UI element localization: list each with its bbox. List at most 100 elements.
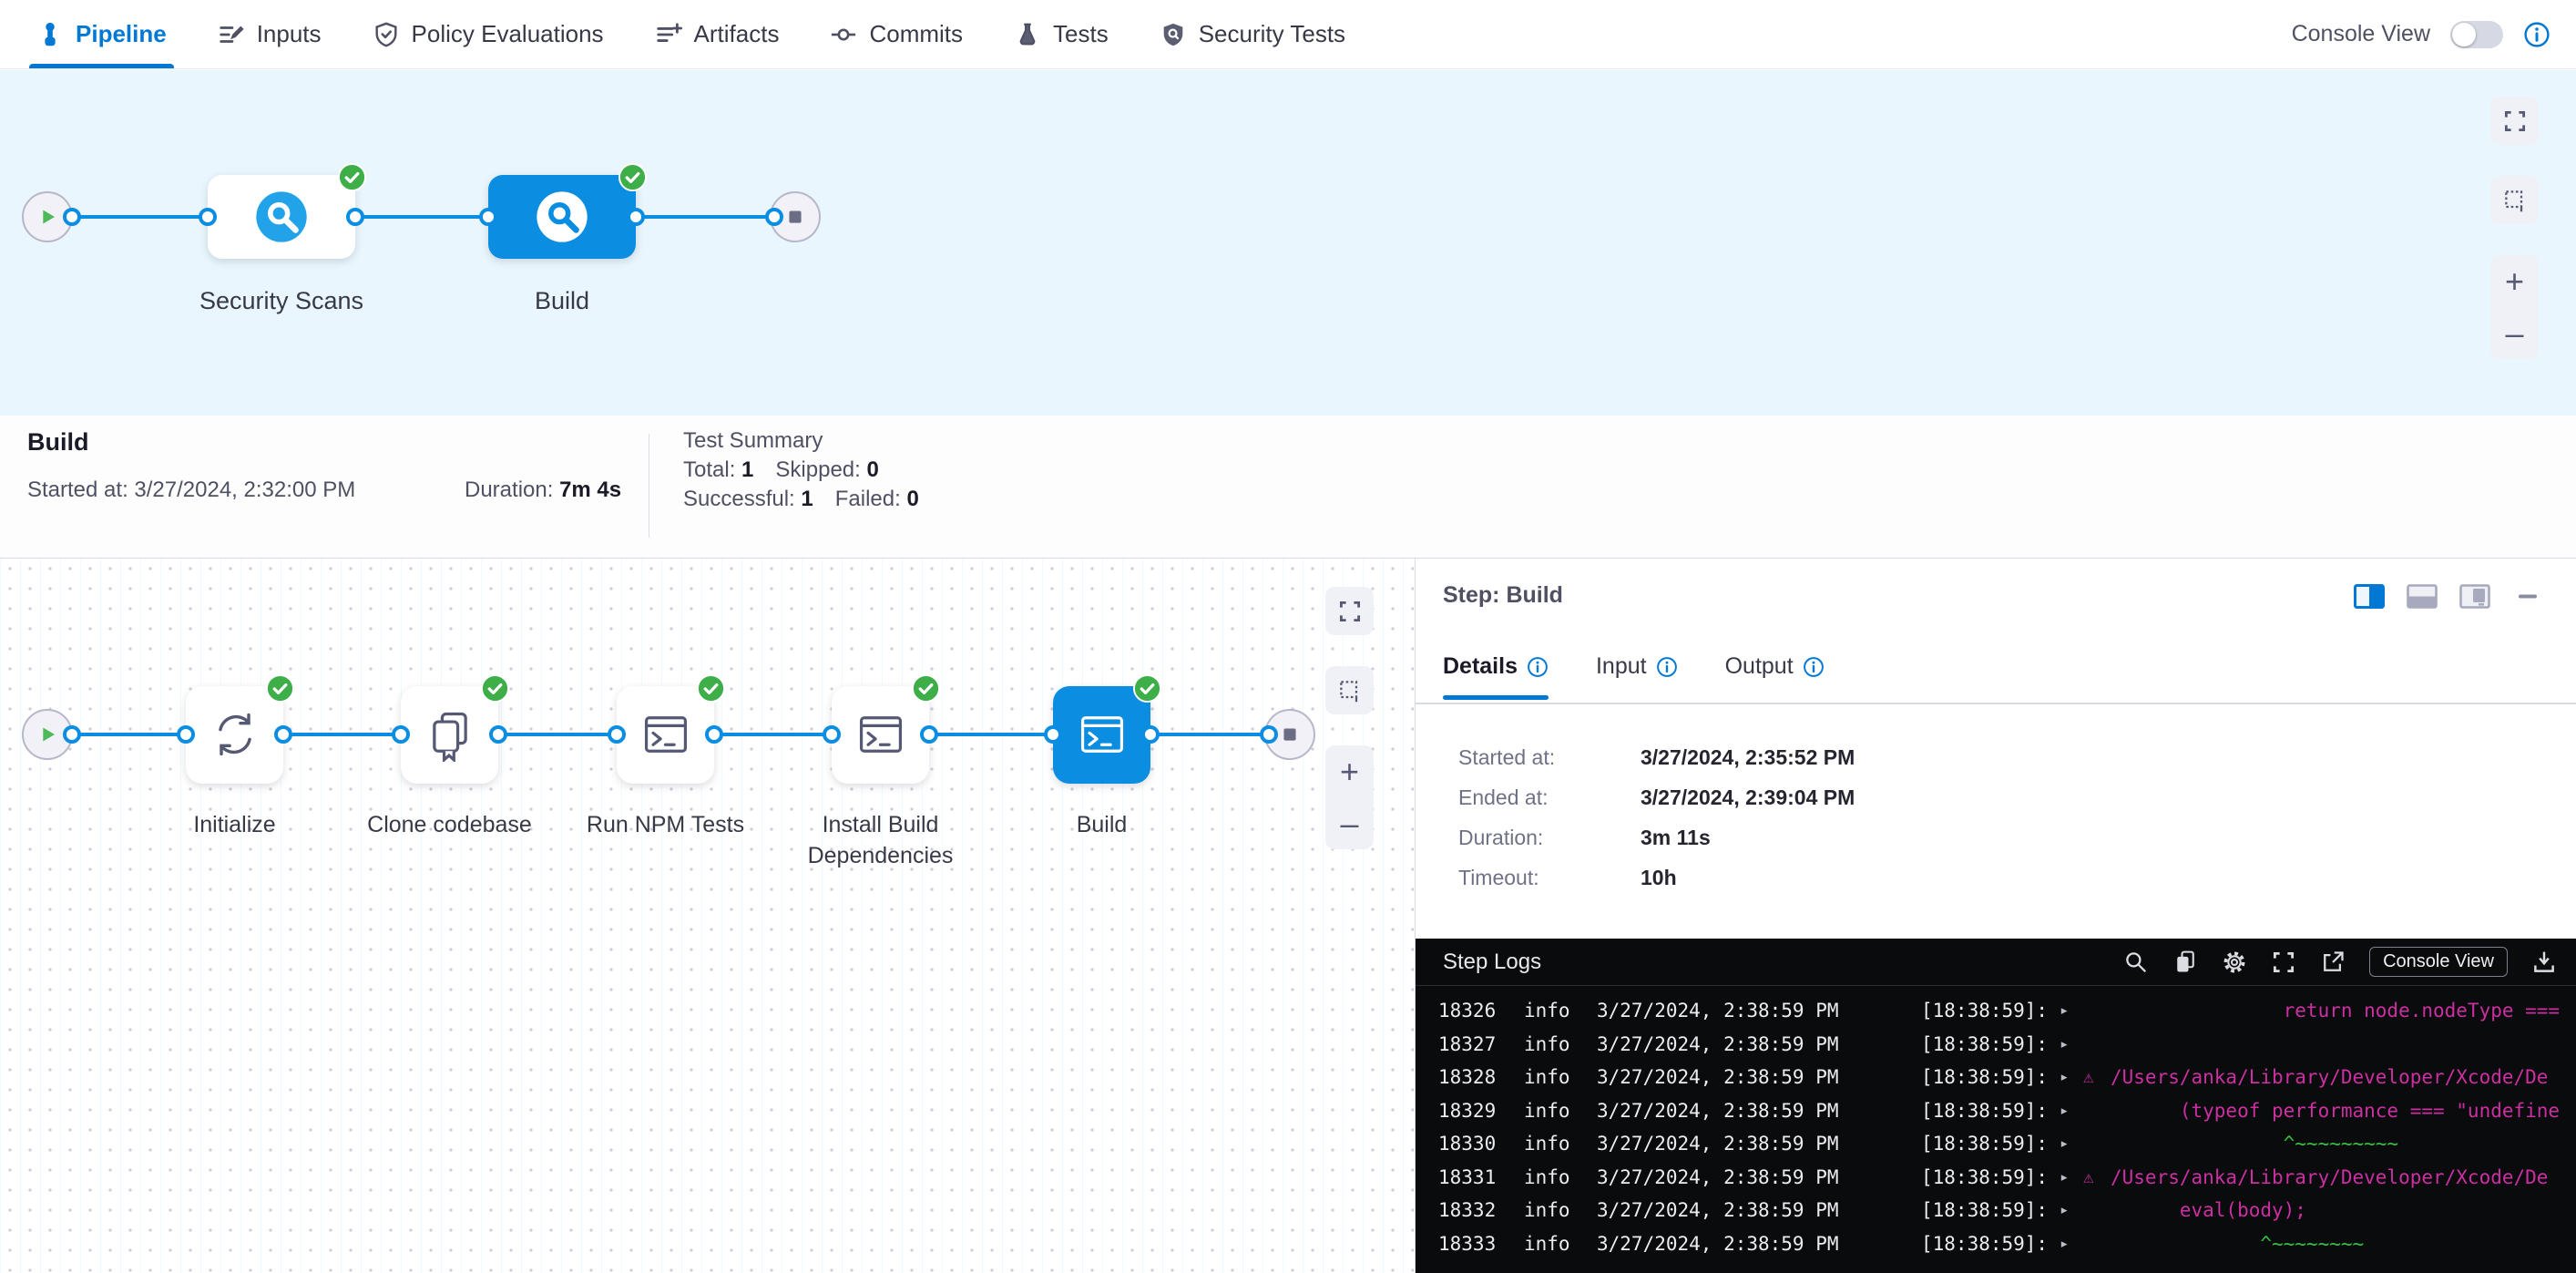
- step-details-panel: Step: Build DetailsInputOutput Started a…: [1415, 559, 2576, 1273]
- step-tab-input[interactable]: Input: [1596, 653, 1678, 700]
- log-date: 3/27/2024, 2:38:59 PM: [1597, 1066, 1921, 1088]
- step-tab-output[interactable]: Output: [1725, 653, 1825, 700]
- canvas-fullscreen-button[interactable]: [2490, 97, 2539, 145]
- connector-port: [823, 725, 841, 744]
- log-lines[interactable]: 18326info3/27/2024, 2:38:59 PM[18:38:59]…: [1416, 987, 2576, 1273]
- connector-port: [63, 725, 81, 744]
- play-icon: [34, 721, 61, 748]
- log-line-18332: 18332info3/27/2024, 2:38:59 PM[18:38:59]…: [1416, 1194, 2576, 1227]
- log-date: 3/27/2024, 2:38:59 PM: [1597, 1033, 1921, 1055]
- log-level: info: [1524, 1066, 1597, 1088]
- info-icon[interactable]: [1656, 656, 1678, 678]
- step-panel-tabs: Details Input Output: [1443, 653, 1825, 700]
- console-view-toggle[interactable]: [2450, 21, 2503, 48]
- step-graph-canvas[interactable]: Initialize Clone codebase Run NPM Tests …: [0, 559, 1414, 1273]
- info-icon[interactable]: [1527, 656, 1549, 678]
- log-line-18331: 18331info3/27/2024, 2:38:59 PM[18:38:59]…: [1416, 1161, 2576, 1195]
- connector-port: [608, 725, 626, 744]
- expand-arrow-icon[interactable]: ▸: [2060, 1068, 2083, 1086]
- log-date: 3/27/2024, 2:38:59 PM: [1597, 1166, 1921, 1188]
- minimize-icon[interactable]: [2512, 584, 2543, 609]
- expand-arrow-icon[interactable]: ▸: [2060, 1035, 2083, 1053]
- expand-arrow-icon[interactable]: ▸: [2060, 1168, 2083, 1186]
- expand-arrow-icon[interactable]: ▸: [2060, 1235, 2083, 1253]
- detail-label: Ended at:: [1458, 785, 1641, 810]
- canvas-selection-button[interactable]: [2490, 176, 2539, 224]
- log-content: (typeof performance === "undefine: [2111, 1100, 2576, 1122]
- download-icon[interactable]: [2531, 950, 2557, 975]
- copy-icon[interactable]: [2172, 950, 2198, 975]
- tab-label: Security Tests: [1199, 20, 1345, 48]
- log-line-number: 18331: [1438, 1166, 1524, 1188]
- node-security-scans[interactable]: [208, 175, 355, 259]
- expand-arrow-icon[interactable]: ▸: [2060, 1102, 2083, 1120]
- tab-label: Tests: [1053, 20, 1109, 48]
- console-view-button[interactable]: Console View: [2369, 947, 2508, 977]
- test-summary-line2: Successful: 1Failed: 0: [683, 485, 941, 514]
- node-run-npm-tests[interactable]: [617, 686, 714, 784]
- connector-port: [1141, 725, 1160, 744]
- step-logs-title: Step Logs: [1443, 950, 1541, 975]
- step-tab-details[interactable]: Details: [1443, 653, 1549, 700]
- info-icon[interactable]: [1803, 656, 1825, 678]
- zoom-in-button[interactable]: +: [2490, 255, 2539, 307]
- node-install-build-dependencies[interactable]: [832, 686, 929, 784]
- node-build[interactable]: [488, 175, 636, 259]
- step-logs-toolbar: Console View: [2123, 947, 2557, 977]
- panel-layout-controls: [2354, 584, 2543, 609]
- stage-graph-canvas[interactable]: Security Scans Build + –: [0, 70, 2576, 416]
- node-clone-codebase[interactable]: [401, 686, 498, 784]
- connector-edge: [355, 215, 488, 219]
- node-initialize[interactable]: [186, 686, 283, 784]
- log-time: [18:38:59]:: [1921, 1133, 2060, 1155]
- expand-arrow-icon[interactable]: ▸: [2060, 1001, 2083, 1020]
- zoom-in-button[interactable]: +: [1325, 745, 1374, 797]
- expand-arrow-icon[interactable]: ▸: [2060, 1134, 2083, 1153]
- connector-edge: [72, 733, 186, 736]
- canvas-zoom-controls: + –: [1325, 745, 1374, 849]
- tab-security-tests[interactable]: Security Tests: [1160, 0, 1345, 68]
- top-nav: Pipeline Inputs Policy Evaluations Artifact…: [0, 0, 2576, 69]
- log-time: [18:38:59]:: [1921, 1233, 2060, 1255]
- zoom-out-button[interactable]: –: [2490, 307, 2539, 359]
- tab-policy-evaluations[interactable]: Policy Evaluations: [373, 0, 604, 68]
- layout-split-bottom-icon[interactable]: [2407, 584, 2438, 609]
- expand-arrow-icon[interactable]: ▸: [2060, 1201, 2083, 1219]
- expand-icon[interactable]: [2271, 950, 2296, 975]
- connector-edge: [72, 215, 208, 219]
- layout-split-right-icon[interactable]: [2354, 584, 2385, 609]
- console-view-label: Console View: [2292, 21, 2430, 47]
- search-icon[interactable]: [2123, 950, 2149, 975]
- node-build[interactable]: [1053, 686, 1150, 784]
- log-date: 3/27/2024, 2:38:59 PM: [1597, 1199, 1921, 1221]
- play-icon: [34, 203, 61, 231]
- tab-tests[interactable]: Tests: [1014, 0, 1109, 68]
- log-content: ^~~~~~~~~: [2111, 1233, 2576, 1255]
- terminal-icon: [854, 707, 908, 762]
- success-badge-icon: [338, 163, 366, 191]
- tabs-divider: [1416, 703, 2576, 704]
- open-in-new-icon[interactable]: [2320, 950, 2346, 975]
- settings-gear-icon[interactable]: [2222, 950, 2247, 975]
- success-badge-icon: [481, 674, 509, 703]
- tab-inputs[interactable]: Inputs: [218, 0, 322, 68]
- canvas-selection-button[interactable]: [1325, 666, 1374, 714]
- connector-port: [346, 208, 364, 226]
- detail-label: Duration:: [1458, 826, 1641, 850]
- tab-commits[interactable]: Commits: [830, 0, 963, 68]
- tab-pipeline[interactable]: Pipeline: [36, 0, 167, 68]
- zoom-out-button[interactable]: –: [1325, 797, 1374, 849]
- pipeline-execution-page: Pipeline Inputs Policy Evaluations Artifact…: [0, 0, 2576, 1273]
- layout-floating-icon[interactable]: [2459, 584, 2490, 609]
- node-label: Install Build Dependencies: [776, 809, 986, 871]
- connector-port: [1260, 725, 1278, 744]
- log-line-18328: 18328info3/27/2024, 2:38:59 PM[18:38:59]…: [1416, 1061, 2576, 1094]
- tab-artifacts[interactable]: Artifacts: [655, 0, 780, 68]
- refresh-icon: [208, 707, 262, 762]
- canvas-fullscreen-button[interactable]: [1325, 587, 1374, 635]
- log-content: ^~~~~~~~~~: [2111, 1133, 2576, 1155]
- log-date: 3/27/2024, 2:38:59 PM: [1597, 1233, 1921, 1255]
- connector-edge: [636, 215, 774, 219]
- log-level: info: [1524, 1100, 1597, 1122]
- info-icon[interactable]: [2523, 21, 2550, 48]
